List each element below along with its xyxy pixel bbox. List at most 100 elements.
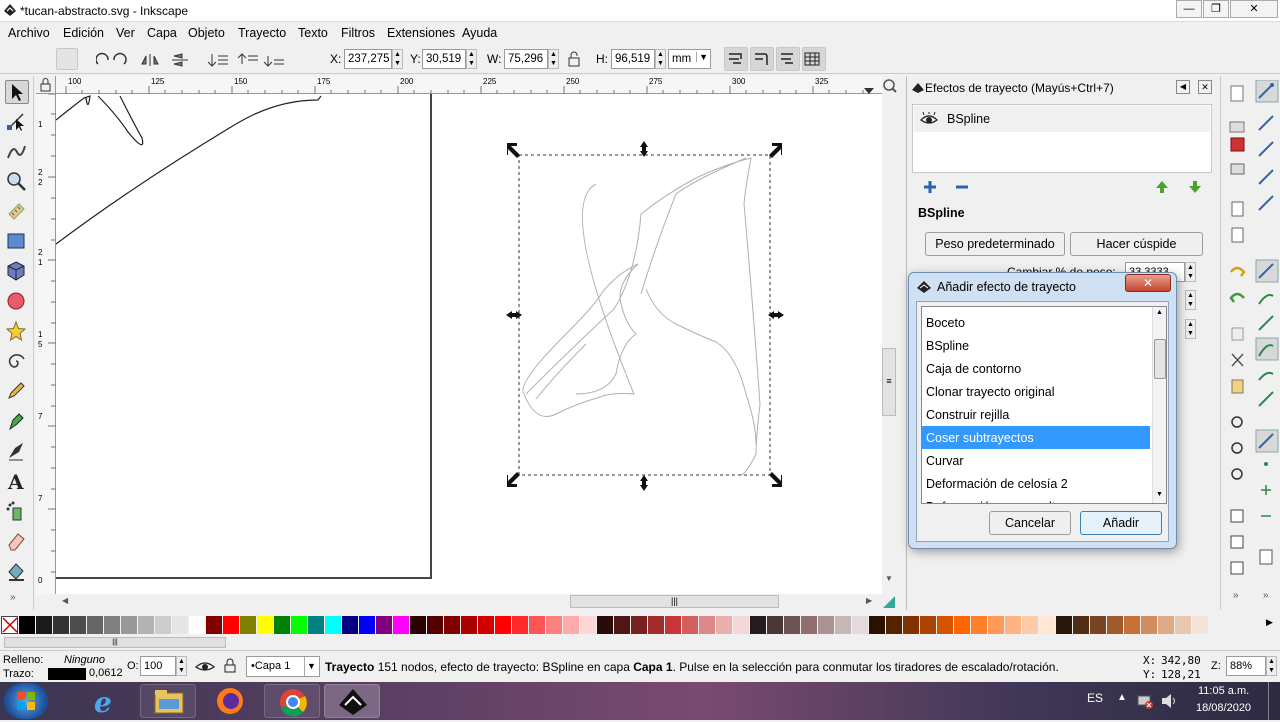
deselect-icon[interactable] bbox=[56, 48, 78, 70]
color-swatch[interactable] bbox=[291, 616, 308, 634]
chrome-taskbar-icon[interactable] bbox=[264, 684, 320, 718]
color-swatch[interactable] bbox=[665, 616, 682, 634]
scroll-down-arrow[interactable]: ▼ bbox=[885, 574, 893, 583]
h-field[interactable]: 96,519 bbox=[611, 49, 655, 69]
list-item[interactable]: Curvar bbox=[922, 449, 1150, 472]
color-swatch[interactable] bbox=[376, 616, 393, 634]
color-swatch[interactable] bbox=[70, 616, 87, 634]
scroll-left-arrow[interactable]: ◀ bbox=[62, 596, 68, 605]
palette-scroll-thumb[interactable]: ||| bbox=[4, 637, 226, 648]
add-button[interactable]: Añadir bbox=[1080, 511, 1162, 535]
start-button[interactable] bbox=[4, 683, 48, 719]
color-swatch[interactable] bbox=[631, 616, 648, 634]
color-swatch[interactable] bbox=[818, 616, 835, 634]
y-spinner[interactable]: ▲ ▼ bbox=[466, 49, 477, 69]
fill-value[interactable]: Ninguno bbox=[64, 654, 105, 666]
zoom-tool[interactable] bbox=[5, 170, 29, 194]
color-swatch[interactable] bbox=[274, 616, 291, 634]
menu-trayecto[interactable]: Trayecto bbox=[238, 26, 286, 40]
firefox-taskbar-icon[interactable] bbox=[202, 684, 258, 718]
clock-date[interactable]: 18/08/2020 bbox=[1196, 702, 1251, 714]
panel-iconify-button[interactable]: ◀ bbox=[1176, 80, 1190, 94]
tray-expand-icon[interactable]: ▲ bbox=[1117, 692, 1127, 703]
selector-tool[interactable] bbox=[5, 80, 29, 104]
cancel-button[interactable]: Cancelar bbox=[989, 511, 1071, 535]
menu-ver[interactable]: Ver bbox=[116, 26, 135, 40]
color-swatch[interactable] bbox=[903, 616, 920, 634]
maximize-button[interactable]: ❐ bbox=[1203, 0, 1229, 18]
remove-effect-icon[interactable] bbox=[954, 179, 970, 195]
color-swatch[interactable] bbox=[1090, 616, 1107, 634]
color-swatch[interactable] bbox=[36, 616, 53, 634]
palette-scrollbar[interactable]: ||| bbox=[0, 636, 1280, 650]
color-swatch[interactable] bbox=[461, 616, 478, 634]
canvas-hscroll[interactable]: ◀ ||| ▶ bbox=[36, 594, 898, 610]
color-swatch[interactable] bbox=[580, 616, 597, 634]
color-swatch[interactable] bbox=[835, 616, 852, 634]
spray-tool[interactable] bbox=[5, 500, 29, 524]
menu-objeto[interactable]: Objeto bbox=[188, 26, 225, 40]
eye-visible-icon[interactable] bbox=[920, 112, 938, 126]
x-field[interactable]: 237,275 bbox=[344, 49, 392, 69]
color-swatch[interactable] bbox=[478, 616, 495, 634]
canvas-vscroll[interactable]: ≡ ▼ bbox=[882, 76, 898, 594]
list-scroll-up-arrow[interactable]: ▲ bbox=[1156, 309, 1163, 316]
color-swatch[interactable] bbox=[971, 616, 988, 634]
y-field[interactable]: 30,519 bbox=[422, 49, 466, 69]
list-item[interactable]: BSpline bbox=[922, 334, 1150, 357]
color-swatch[interactable] bbox=[308, 616, 325, 634]
lock-icon[interactable] bbox=[567, 51, 581, 67]
vscroll-thumb[interactable]: ≡ bbox=[882, 348, 896, 416]
list-scroll-thumb[interactable] bbox=[1154, 339, 1166, 379]
color-swatch[interactable] bbox=[427, 616, 444, 634]
menu-archivo[interactable]: Archivo bbox=[8, 26, 50, 40]
list-item-selected[interactable]: Coser subtrayectos bbox=[922, 426, 1150, 449]
list-item[interactable]: Clonar trayecto original bbox=[922, 380, 1150, 403]
list-scroll-down-arrow[interactable]: ▼ bbox=[1156, 491, 1163, 498]
add-effect-icon[interactable] bbox=[922, 179, 938, 195]
color-swatch[interactable] bbox=[495, 616, 512, 634]
menu-edicion[interactable]: Edición bbox=[63, 26, 104, 40]
color-swatch[interactable] bbox=[716, 616, 733, 634]
weight-spinner[interactable]: ▲ ▼ bbox=[1185, 262, 1196, 282]
layer-lock-icon[interactable] bbox=[222, 657, 238, 673]
color-swatch[interactable] bbox=[597, 616, 614, 634]
color-swatch[interactable] bbox=[325, 616, 342, 634]
color-swatch[interactable] bbox=[869, 616, 886, 634]
minimize-button[interactable]: — bbox=[1176, 0, 1202, 18]
color-swatch[interactable] bbox=[1056, 616, 1073, 634]
menu-extensiones[interactable]: Extensiones bbox=[387, 26, 455, 40]
hscroll-thumb[interactable]: ||| bbox=[570, 595, 779, 608]
color-swatch[interactable] bbox=[648, 616, 665, 634]
spiral-tool[interactable] bbox=[5, 350, 29, 374]
color-swatch[interactable] bbox=[1124, 616, 1141, 634]
dialog-close-button[interactable]: ✕ bbox=[1125, 274, 1171, 292]
layer-visibility-icon[interactable] bbox=[195, 659, 215, 673]
explorer-taskbar-icon[interactable] bbox=[140, 684, 196, 718]
color-swatch[interactable] bbox=[393, 616, 410, 634]
color-swatch[interactable] bbox=[223, 616, 240, 634]
network-icon[interactable] bbox=[1136, 692, 1154, 710]
opacity-field[interactable]: 100 bbox=[140, 656, 176, 676]
color-swatch[interactable] bbox=[1175, 616, 1192, 634]
color-swatch[interactable] bbox=[359, 616, 376, 634]
color-swatch[interactable] bbox=[1022, 616, 1039, 634]
color-swatch[interactable] bbox=[1192, 616, 1209, 634]
make-cusp-button[interactable]: Hacer cúspide bbox=[1070, 232, 1203, 256]
color-swatch[interactable] bbox=[155, 616, 172, 634]
clock-time[interactable]: 11:05 a.m. bbox=[1198, 685, 1249, 697]
color-swatch[interactable] bbox=[206, 616, 223, 634]
eraser-tool[interactable] bbox=[5, 530, 29, 554]
measure-tool[interactable] bbox=[5, 200, 29, 224]
text-tool[interactable]: A bbox=[5, 470, 29, 494]
color-swatch[interactable] bbox=[512, 616, 529, 634]
color-swatch[interactable] bbox=[733, 616, 750, 634]
language-indicator[interactable]: ES bbox=[1087, 691, 1103, 705]
color-swatch[interactable] bbox=[750, 616, 767, 634]
layer-select[interactable]: •Capa 1 ▼ bbox=[246, 656, 320, 677]
color-swatch[interactable] bbox=[240, 616, 257, 634]
zoom-spinner[interactable]: ▲ ▼ bbox=[1266, 656, 1277, 676]
w-spinner[interactable]: ▲ ▼ bbox=[548, 49, 559, 69]
no-paint-swatch[interactable] bbox=[1, 616, 18, 634]
move-up-icon[interactable] bbox=[1154, 179, 1170, 195]
